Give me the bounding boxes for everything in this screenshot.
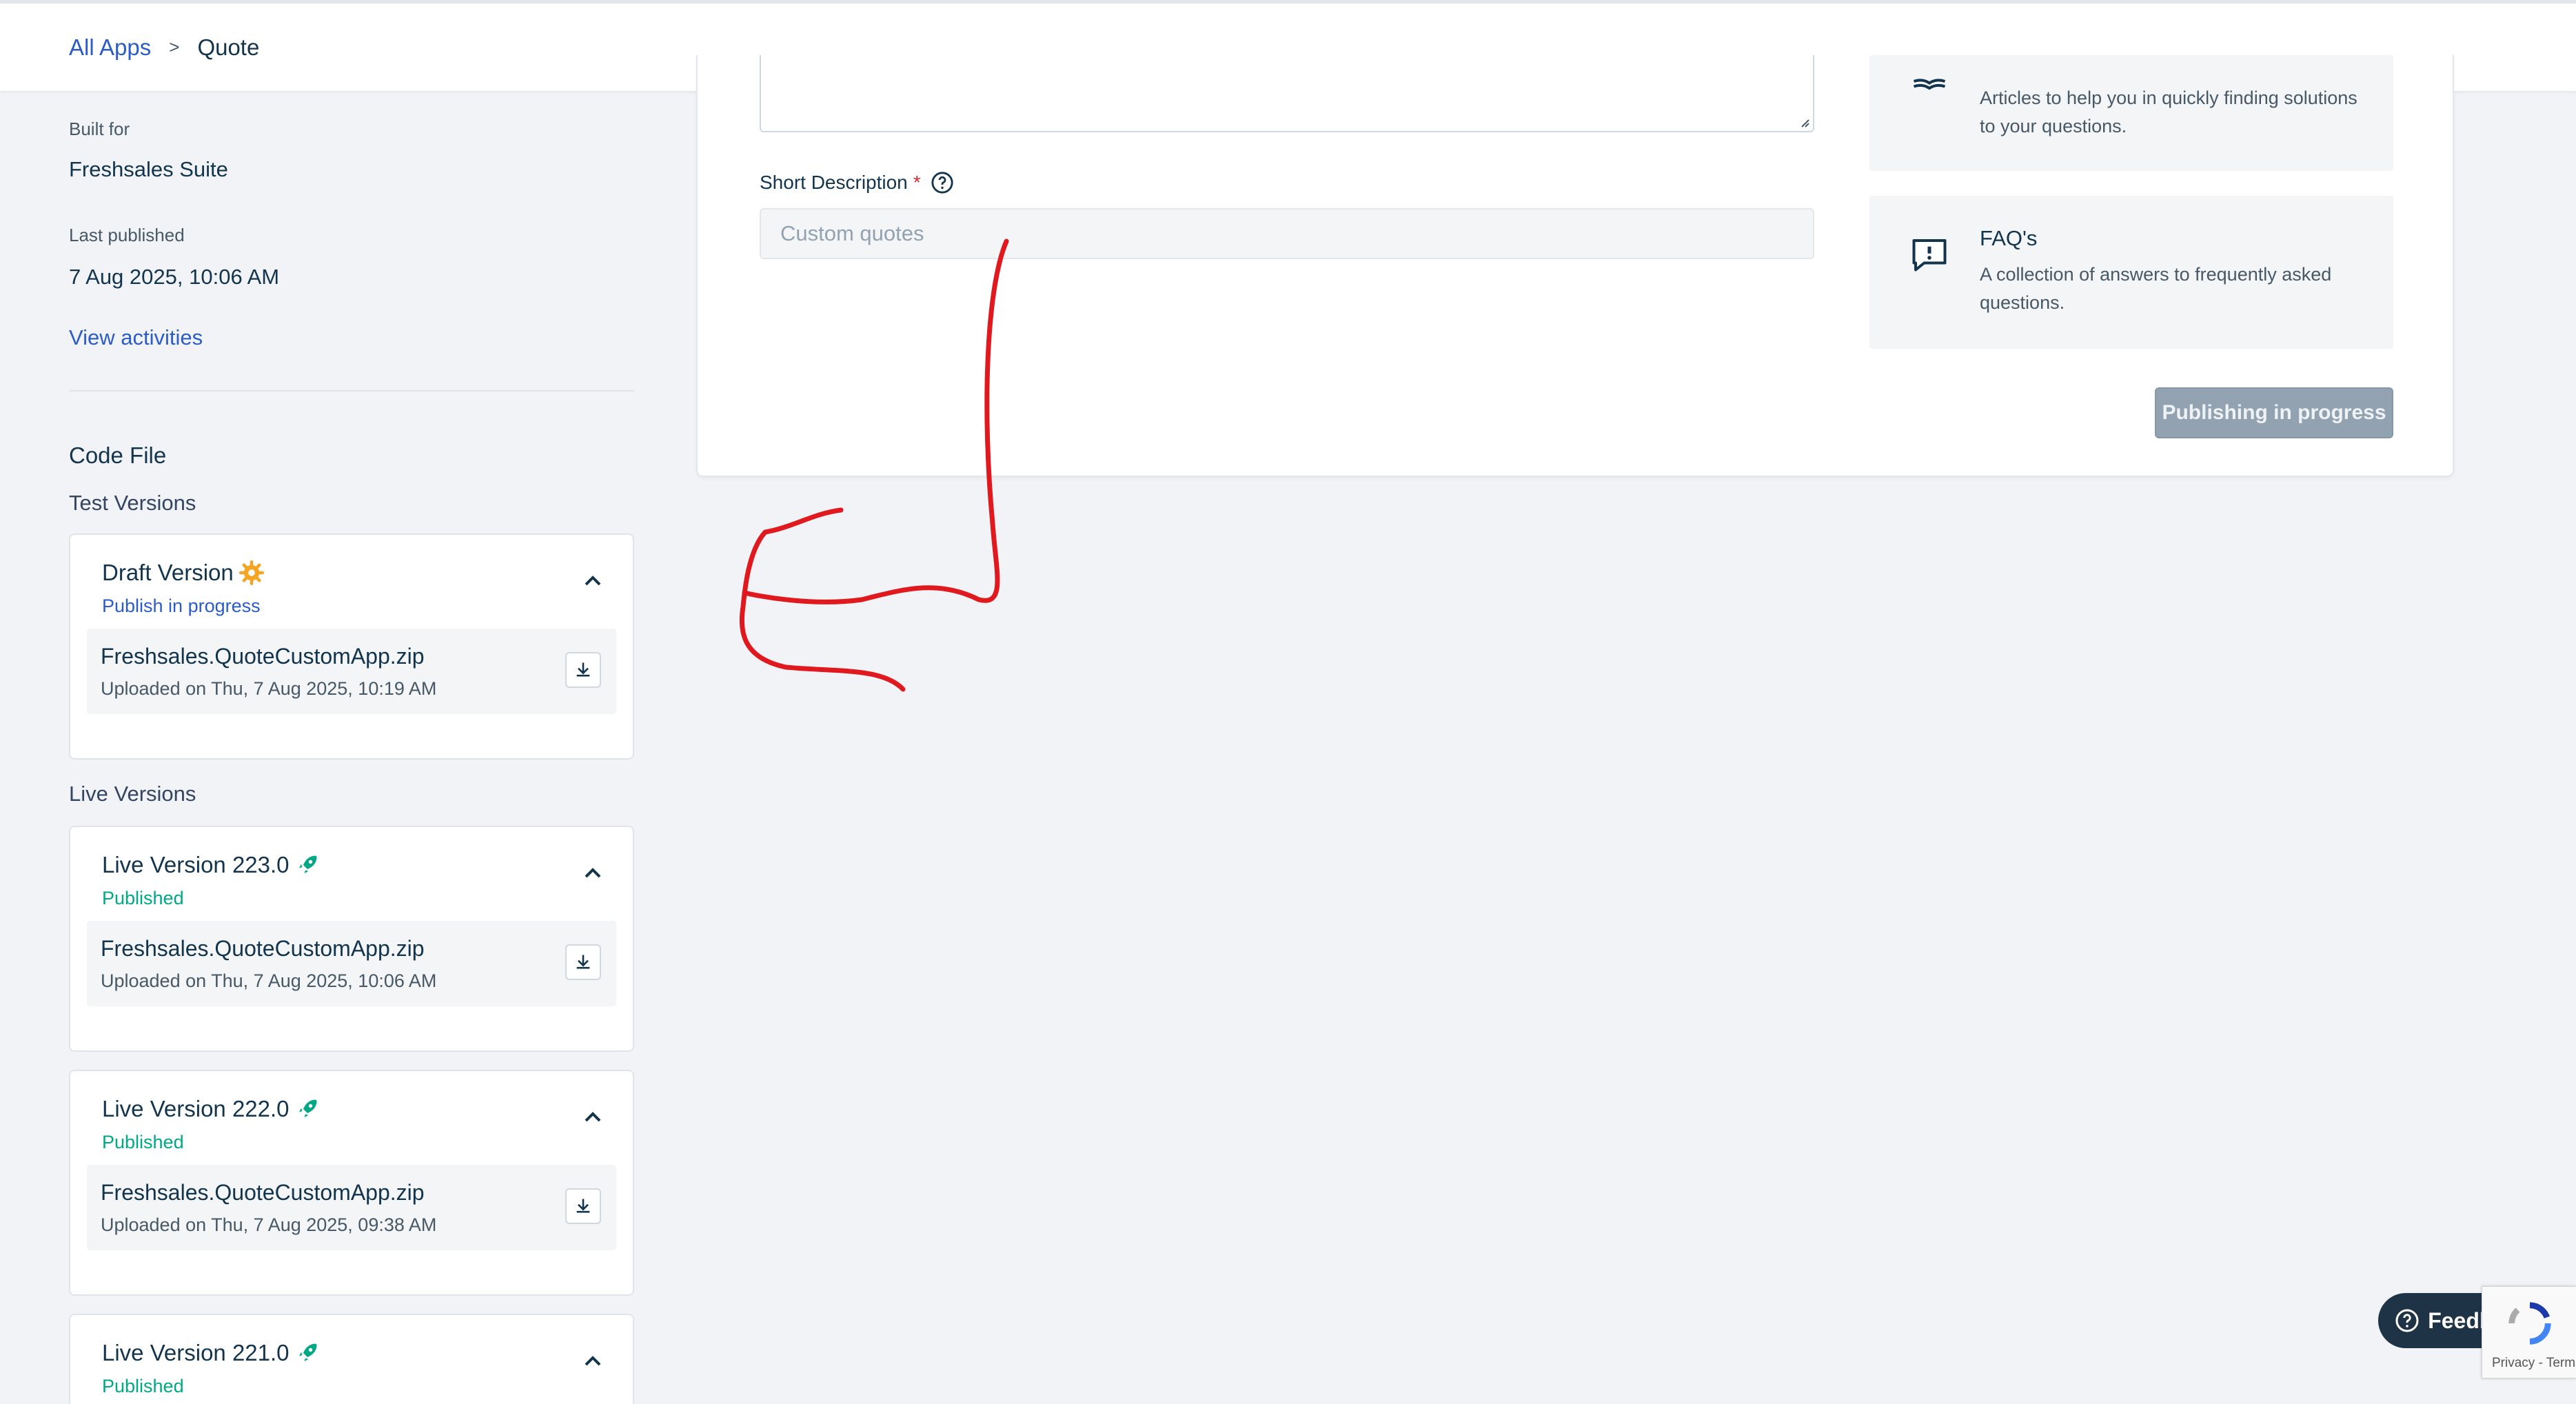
red-arrow-annotation <box>739 238 1009 692</box>
help-circle-icon <box>2395 1309 2419 1332</box>
recaptcha-badge[interactable]: Privacy - Terms <box>2482 1286 2576 1378</box>
recaptcha-logo-icon <box>2508 1302 2551 1345</box>
recaptcha-privacy-terms[interactable]: Privacy - Terms <box>2492 1356 2576 1371</box>
